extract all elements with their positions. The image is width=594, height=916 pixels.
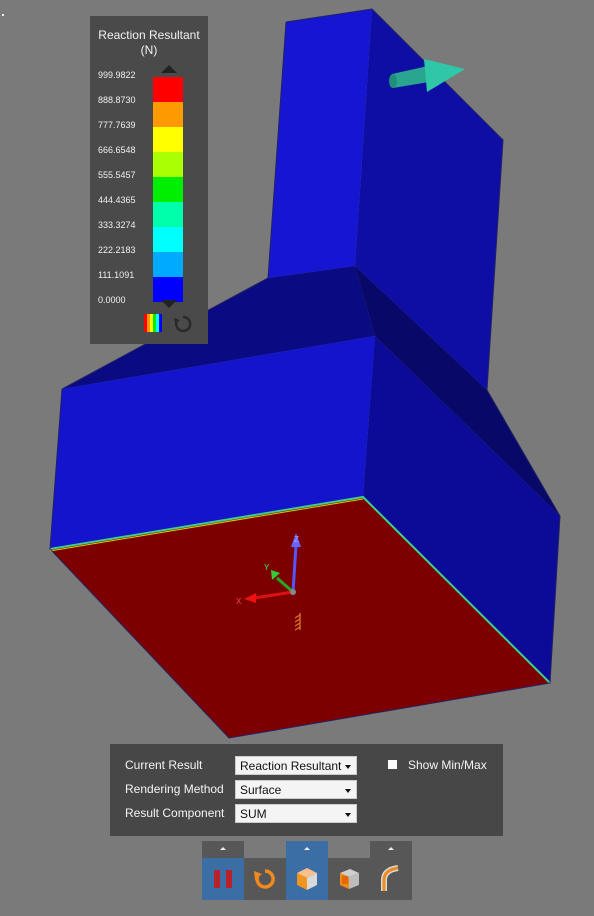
legend-title: Reaction Resultant (N) bbox=[98, 28, 200, 57]
reset-icon[interactable] bbox=[173, 314, 193, 334]
shaded-view-options-tab[interactable] bbox=[286, 841, 328, 858]
legend-value: 0.0000 bbox=[98, 295, 126, 305]
reset-view-button[interactable] bbox=[244, 858, 286, 900]
legend-value: 222.2183 bbox=[98, 245, 136, 255]
chevron-up-icon bbox=[388, 847, 394, 850]
rendering-method-label: Rendering Method bbox=[125, 782, 224, 796]
legend-value: 999.9822 bbox=[98, 70, 136, 80]
current-result-dropdown[interactable]: Reaction Resultant bbox=[235, 756, 357, 775]
deformation-options-tab[interactable] bbox=[370, 841, 412, 858]
legend-value: 666.6548 bbox=[98, 145, 136, 155]
rendering-method-dropdown[interactable]: Surface bbox=[235, 780, 357, 799]
legend-value: 444.4365 bbox=[98, 195, 136, 205]
triad-z-label: Z bbox=[294, 535, 299, 544]
result-component-dropdown[interactable]: SUM bbox=[235, 804, 357, 823]
rainbow-icon[interactable] bbox=[144, 314, 162, 332]
shaded-cube-icon bbox=[297, 868, 317, 890]
legend-min-arrow-icon bbox=[161, 300, 177, 308]
legend-value: 111.1091 bbox=[98, 270, 135, 280]
result-legend: Reaction Resultant (N) 999.9822 888.8730 7… bbox=[90, 16, 208, 344]
deformation-button[interactable] bbox=[370, 858, 412, 900]
result-options-panel: Current Result Reaction Resultant Render… bbox=[110, 744, 503, 836]
result-component-label: Result Component bbox=[125, 806, 225, 820]
show-minmax-checkbox[interactable] bbox=[388, 760, 397, 769]
section-view-button[interactable] bbox=[328, 858, 370, 900]
pause-button[interactable] bbox=[202, 858, 244, 900]
triad-x-label: X bbox=[236, 597, 242, 606]
rotate-icon bbox=[254, 869, 275, 889]
pause-icon bbox=[214, 870, 232, 888]
show-minmax-label[interactable]: Show Min/Max bbox=[408, 758, 487, 772]
legend-value: 888.8730 bbox=[98, 95, 136, 105]
legend-value: 333.3274 bbox=[98, 220, 136, 230]
cube-section-icon bbox=[340, 869, 359, 889]
legend-max-arrow-icon bbox=[161, 65, 177, 73]
chevron-down-icon bbox=[345, 789, 351, 793]
chevron-up-icon bbox=[220, 847, 226, 850]
current-result-label: Current Result bbox=[125, 758, 203, 772]
legend-value: 777.7639 bbox=[98, 120, 136, 130]
legend-value: 555.5457 bbox=[98, 170, 136, 180]
pause-options-tab[interactable] bbox=[202, 841, 244, 858]
chevron-down-icon bbox=[345, 813, 351, 817]
triad-y-label: Y bbox=[264, 563, 270, 572]
chevron-up-icon bbox=[304, 847, 310, 850]
deformation-icon bbox=[381, 865, 399, 891]
chevron-down-icon bbox=[345, 765, 351, 769]
view-toolbar bbox=[202, 841, 412, 900]
shaded-view-button[interactable] bbox=[286, 858, 328, 900]
